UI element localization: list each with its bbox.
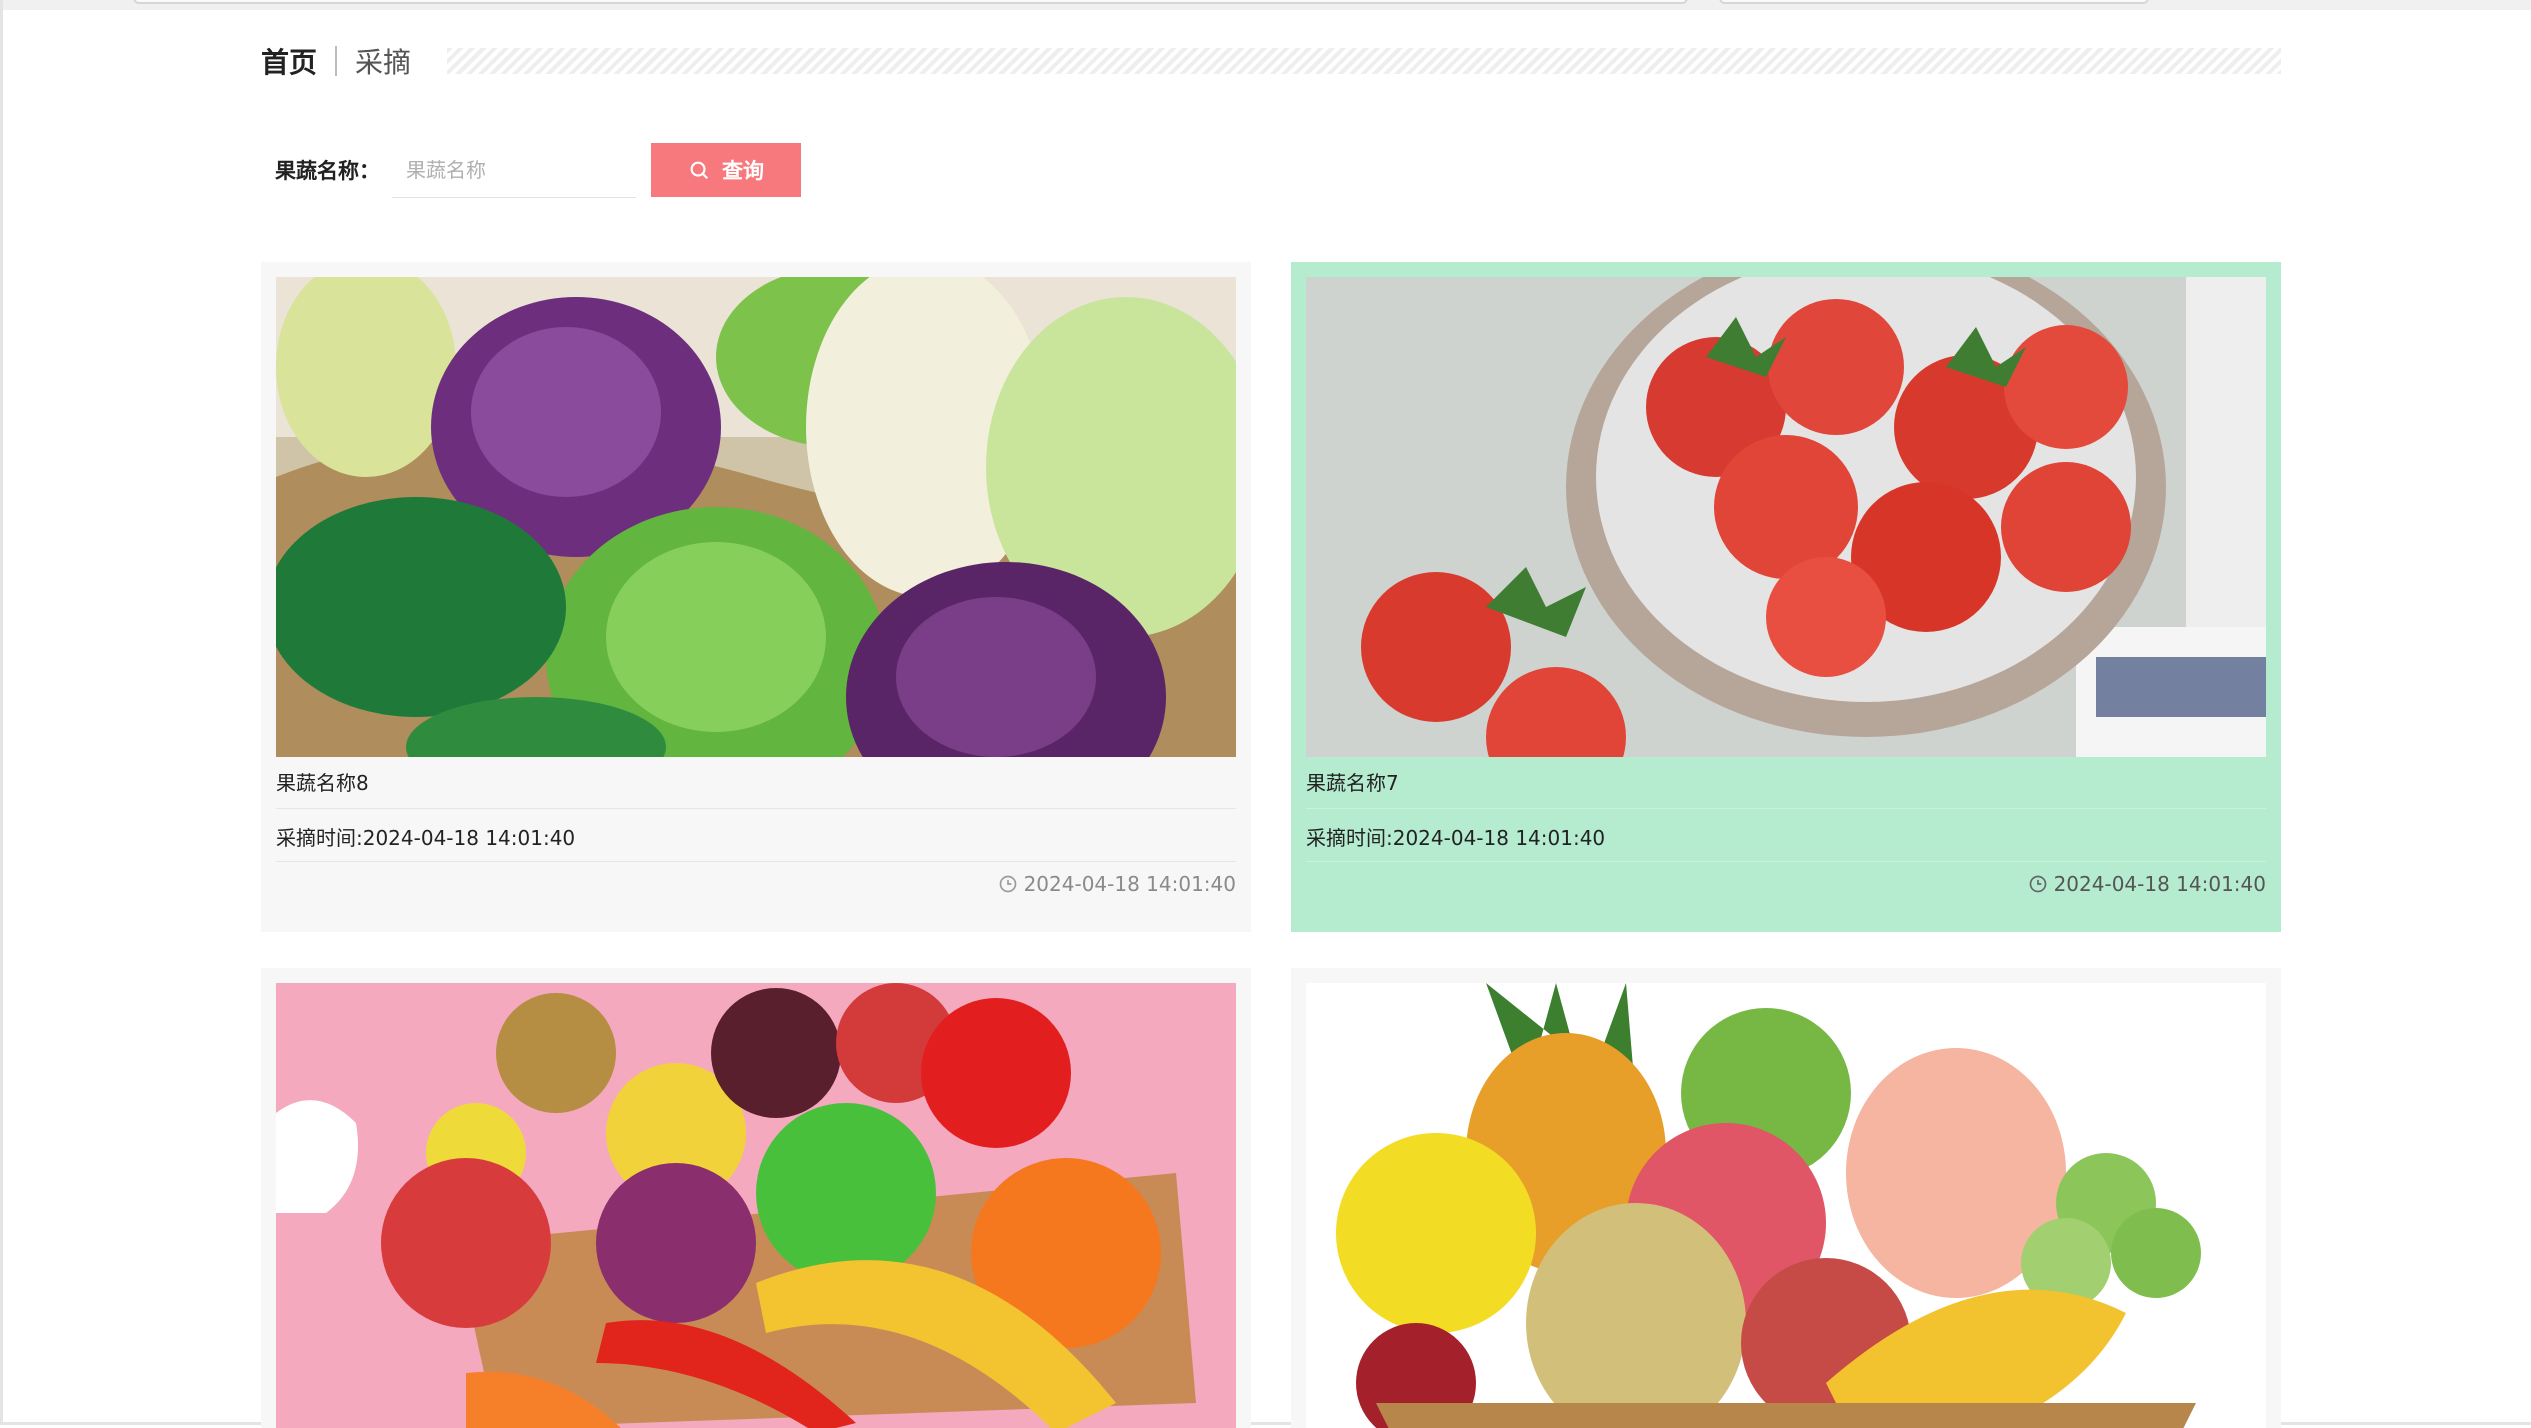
- product-card[interactable]: 果蔬名称7 采摘时间:2024-04-18 14:01:40 2024-04-1…: [1291, 262, 2281, 932]
- search-bar: 果蔬名称：: [275, 142, 636, 198]
- product-image[interactable]: [1306, 983, 2266, 1428]
- product-name: 果蔬名称7: [1306, 767, 2266, 809]
- search-button[interactable]: 查询: [651, 143, 801, 197]
- search-button-label: 查询: [722, 159, 764, 183]
- nav-bar-segment: [133, 0, 1688, 4]
- breadcrumb-decoration: [447, 48, 2281, 74]
- product-image[interactable]: [1306, 277, 2266, 757]
- breadcrumb-separator: [335, 46, 338, 76]
- search-label: 果蔬名称：: [275, 159, 380, 183]
- product-date: 2024-04-18 14:01:40: [2028, 872, 2266, 896]
- top-bar: [3, 0, 2531, 10]
- breadcrumb: 首页 采摘: [261, 38, 411, 84]
- product-card[interactable]: 果蔬名称8 采摘时间:2024-04-18 14:01:40 2024-04-1…: [261, 262, 1251, 932]
- nav-bar-segment: [1719, 0, 2149, 4]
- product-pick-time: 采摘时间:2024-04-18 14:01:40: [276, 822, 1236, 862]
- product-card[interactable]: [1291, 968, 2281, 1428]
- product-date-text: 2024-04-18 14:01:40: [2053, 872, 2266, 896]
- product-pick-time: 采摘时间:2024-04-18 14:01:40: [1306, 822, 2266, 862]
- search-icon: [690, 161, 709, 180]
- product-date: 2024-04-18 14:01:40: [998, 872, 1236, 896]
- product-image[interactable]: [276, 983, 1236, 1428]
- search-input[interactable]: [392, 142, 636, 198]
- clock-icon: [2029, 875, 2046, 893]
- clock-icon: [999, 875, 1016, 893]
- breadcrumb-home[interactable]: 首页: [261, 41, 317, 81]
- product-card[interactable]: [261, 968, 1251, 1428]
- product-image[interactable]: [276, 277, 1236, 757]
- product-name: 果蔬名称8: [276, 767, 1236, 809]
- product-date-text: 2024-04-18 14:01:40: [1023, 872, 1236, 896]
- page-frame: 首页 采摘 果蔬名称： 查询: [0, 0, 2531, 1428]
- breadcrumb-current: 采摘: [355, 46, 412, 79]
